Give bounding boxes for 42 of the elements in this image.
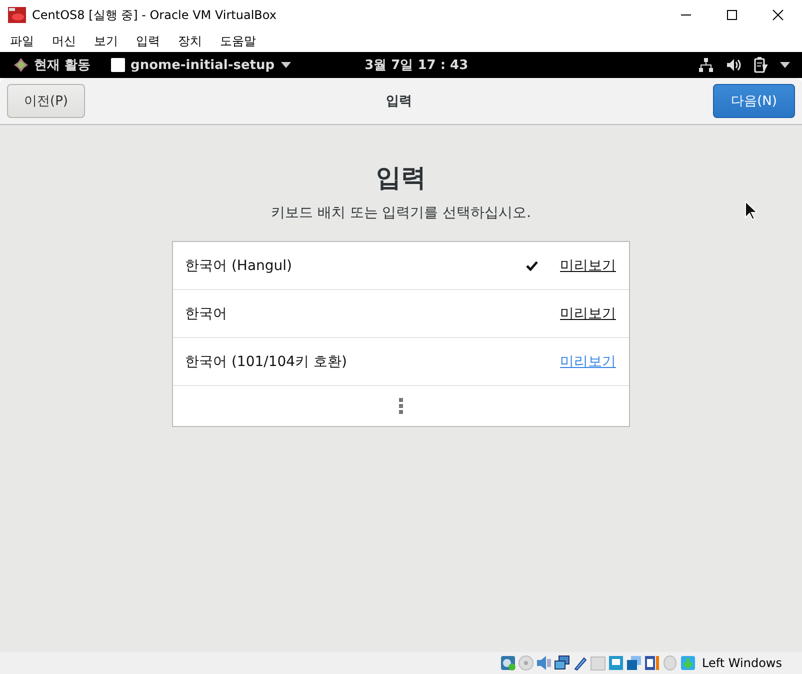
layout-row[interactable]: 한국어 (101/104키 호환) 미리보기 xyxy=(173,338,629,386)
window-icon[interactable] xyxy=(626,655,642,671)
maximize-icon[interactable] xyxy=(726,9,738,21)
activities-button[interactable]: 현재 활동 xyxy=(34,56,91,74)
caret-icon[interactable] xyxy=(280,62,291,68)
app-menu[interactable]: gnome-initial-setup xyxy=(130,58,275,72)
back-button[interactable]: 이전(P) xyxy=(7,84,85,118)
layout-row[interactable]: 한국어 (Hangul) 미리보기 xyxy=(173,242,629,290)
header-title: 입력 xyxy=(386,93,412,110)
preview-link[interactable]: 미리보기 xyxy=(560,304,616,322)
layout-name: 한국어 (101/104키 호환) xyxy=(185,352,348,370)
host-key: Left Windows xyxy=(702,656,782,670)
display-icon[interactable] xyxy=(608,655,624,671)
menu-item[interactable]: 파일 xyxy=(10,32,34,50)
flower-icon xyxy=(14,58,28,72)
menu-item[interactable]: 도움말 xyxy=(220,32,256,50)
menu-item[interactable]: 입력 xyxy=(136,32,160,50)
close-icon[interactable] xyxy=(772,9,784,21)
chip-icon[interactable] xyxy=(644,655,660,671)
network-icon[interactable] xyxy=(698,57,714,73)
window-icon xyxy=(110,58,125,72)
app-icon xyxy=(8,7,26,23)
page-heading: 입력 xyxy=(376,162,426,194)
battery-icon[interactable] xyxy=(754,57,768,73)
layout-row[interactable]: 한국어 미리보기 xyxy=(173,290,629,338)
next-button[interactable]: 다음(N) xyxy=(713,84,795,118)
menu-item[interactable]: 보기 xyxy=(94,32,118,50)
preview-link[interactable]: 미리보기 xyxy=(560,256,616,274)
page-subtitle: 키보드 배치 또는 입력기를 선택하십시오. xyxy=(270,204,532,222)
preview-link[interactable]: 미리보기 xyxy=(560,352,616,370)
window-title: CentOS8 [실행 중] - Oracle VM VirtualBox xyxy=(32,6,278,24)
layout-name: 한국어 (Hangul) xyxy=(185,256,294,274)
network-icon[interactable] xyxy=(554,655,570,671)
more-icon[interactable] xyxy=(398,398,402,414)
caret-icon[interactable] xyxy=(780,62,790,68)
layout-name: 한국어 xyxy=(185,304,228,322)
menu-item[interactable]: 장치 xyxy=(178,32,202,50)
menu-item[interactable]: 머신 xyxy=(52,32,76,50)
clock[interactable]: 3월 7일 17 : 43 xyxy=(364,56,468,74)
cursor-icon xyxy=(745,201,757,220)
usb-icon[interactable] xyxy=(572,655,588,671)
volume-icon[interactable] xyxy=(726,58,742,72)
